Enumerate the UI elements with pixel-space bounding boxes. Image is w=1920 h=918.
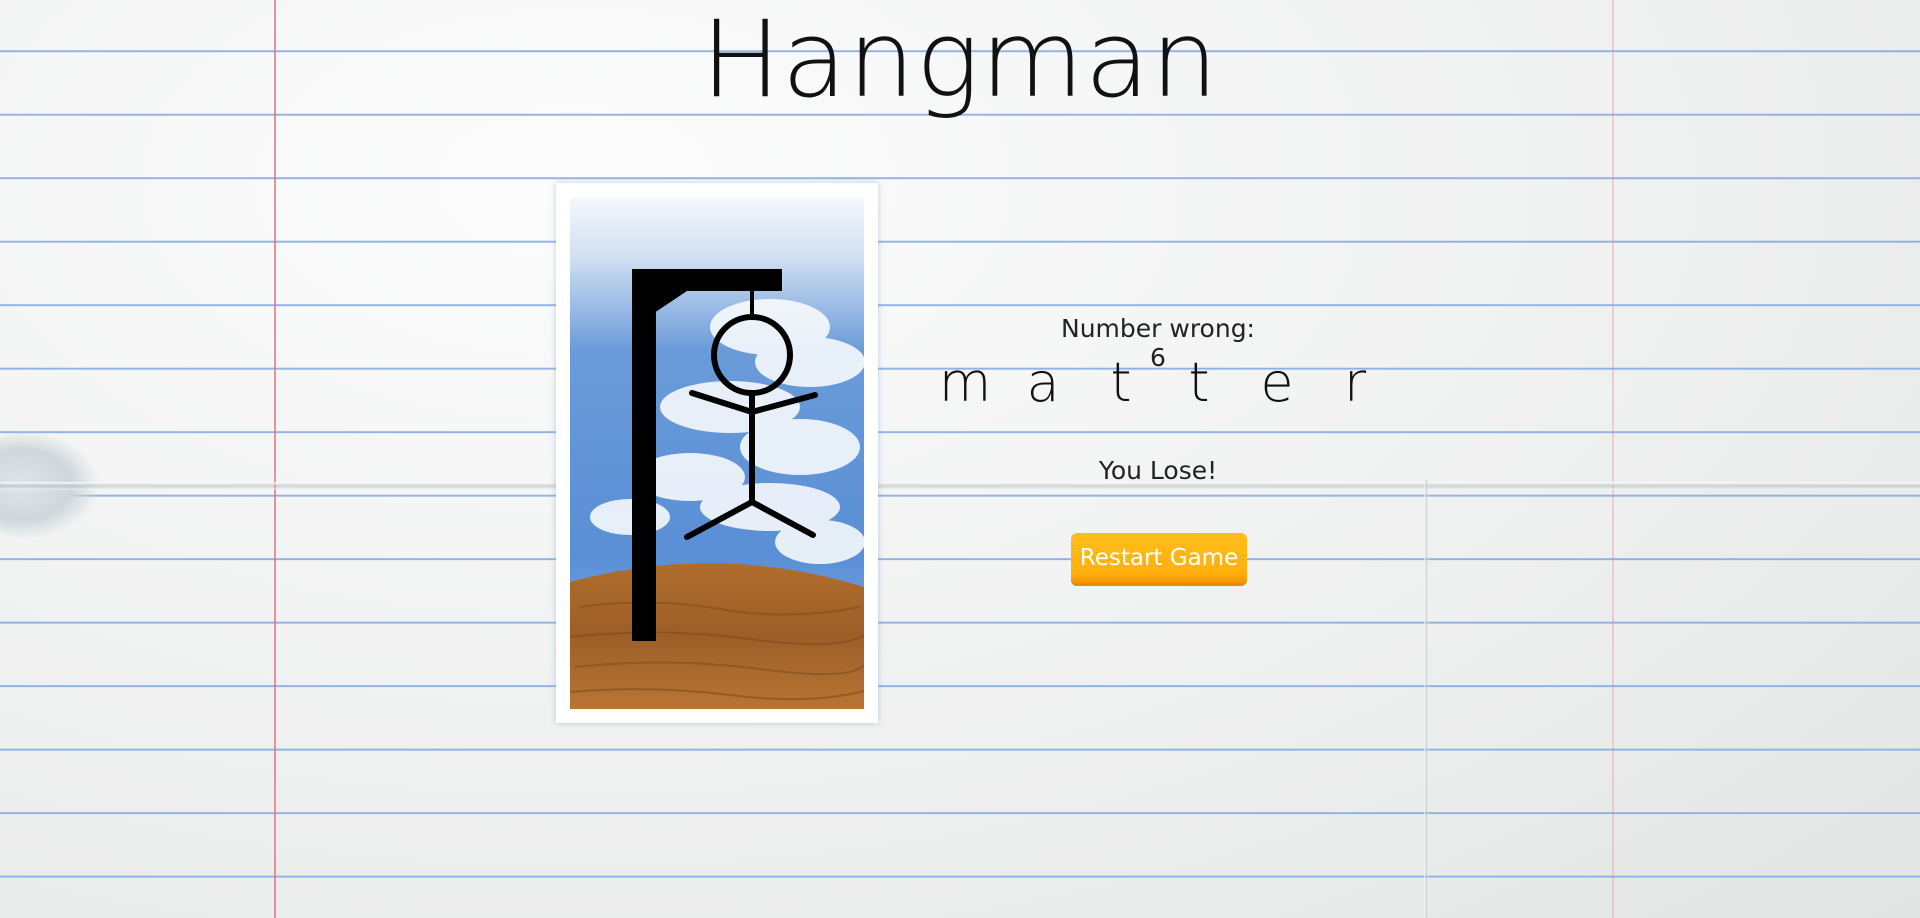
word-letter: e bbox=[1260, 351, 1294, 414]
game-result-message: You Lose! bbox=[1098, 456, 1218, 485]
page-title: Hangman bbox=[701, 0, 1219, 121]
paper-margin-line-right bbox=[1612, 0, 1614, 918]
word-letter: m bbox=[938, 351, 992, 414]
word-display: m a t t e r bbox=[930, 348, 1390, 418]
paper-fold-vertical bbox=[1424, 480, 1429, 918]
paper-fold-horizontal bbox=[0, 482, 1920, 490]
hangman-scene-image bbox=[570, 197, 864, 709]
word-letter: a bbox=[1026, 351, 1060, 414]
word-letter: t bbox=[1188, 351, 1210, 414]
word-letter: t bbox=[1110, 351, 1132, 414]
paper-margin-line bbox=[274, 0, 276, 918]
word-letter: r bbox=[1343, 351, 1367, 414]
restart-game-button[interactable]: Restart Game bbox=[1071, 533, 1247, 583]
hangman-card bbox=[556, 183, 878, 723]
